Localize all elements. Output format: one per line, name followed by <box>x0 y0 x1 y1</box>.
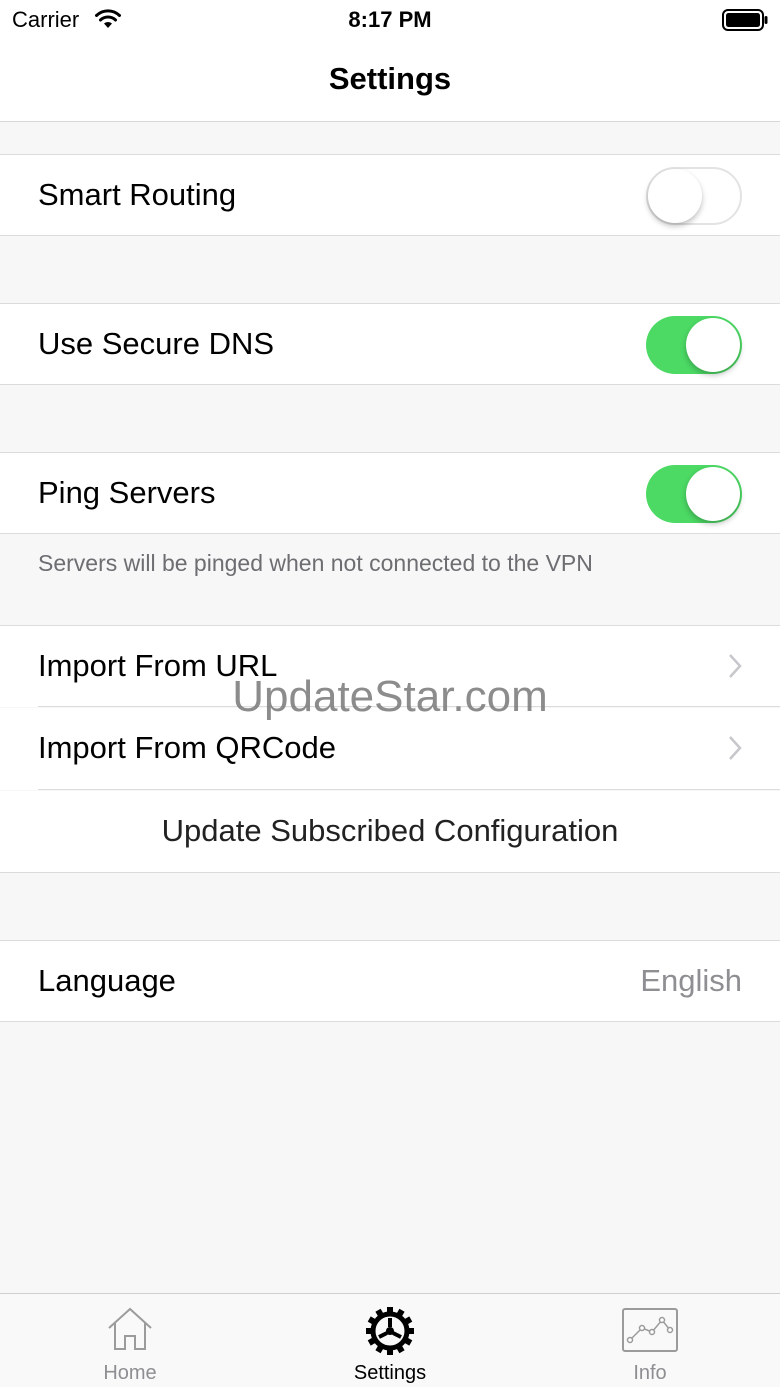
import-url-row[interactable]: Import From URL <box>0 625 780 707</box>
ping-servers-label: Ping Servers <box>38 475 216 510</box>
page-title: Settings <box>328 61 452 96</box>
secure-dns-toggle[interactable] <box>646 316 742 374</box>
update-subscribed-button[interactable]: Update Subscribed Configuration <box>0 791 780 873</box>
secure-dns-row: Use Secure DNS <box>0 303 780 385</box>
status-bar: Carrier 8:17 PM <box>0 0 780 40</box>
import-qrcode-row[interactable]: Import From QRCode <box>0 708 780 790</box>
battery-icon <box>722 9 768 36</box>
navigation-bar: Settings <box>0 40 780 122</box>
toggle-knob <box>686 318 740 372</box>
smart-routing-toggle[interactable] <box>646 167 742 225</box>
chevron-right-icon <box>728 653 742 684</box>
status-time: 8:17 PM <box>348 7 432 32</box>
tab-settings-label: Settings <box>353 1362 427 1384</box>
row-divider <box>38 706 780 707</box>
toggle-knob <box>686 467 740 521</box>
ping-servers-toggle[interactable] <box>646 465 742 523</box>
smart-routing-label: Smart Routing <box>38 177 237 212</box>
chevron-right-icon <box>728 735 742 766</box>
import-url-label: Import From URL <box>38 648 278 683</box>
tab-info-label: Info <box>633 1362 667 1384</box>
tab-bar: Home Settings Info <box>0 1293 780 1387</box>
language-label: Language <box>38 963 176 998</box>
language-row[interactable]: Language English <box>0 940 780 1022</box>
tab-home[interactable]: Home <box>0 1294 260 1387</box>
chart-icon <box>622 1308 678 1357</box>
home-icon <box>105 1306 155 1357</box>
secure-dns-label: Use Secure DNS <box>38 326 275 361</box>
smart-routing-row: Smart Routing <box>0 154 780 236</box>
tab-home-label: Home <box>103 1362 157 1384</box>
gear-icon <box>364 1306 416 1361</box>
tab-settings[interactable]: Settings <box>260 1294 520 1387</box>
ping-servers-row: Ping Servers <box>0 452 780 534</box>
update-subscribed-label: Update Subscribed Configuration <box>161 813 619 848</box>
language-value: English <box>640 963 742 998</box>
import-qrcode-label: Import From QRCode <box>38 730 337 765</box>
tab-info[interactable]: Info <box>520 1294 780 1387</box>
row-divider <box>38 789 780 790</box>
toggle-knob <box>648 169 702 223</box>
ping-servers-footer: Servers will be pinged when not connecte… <box>38 550 593 576</box>
